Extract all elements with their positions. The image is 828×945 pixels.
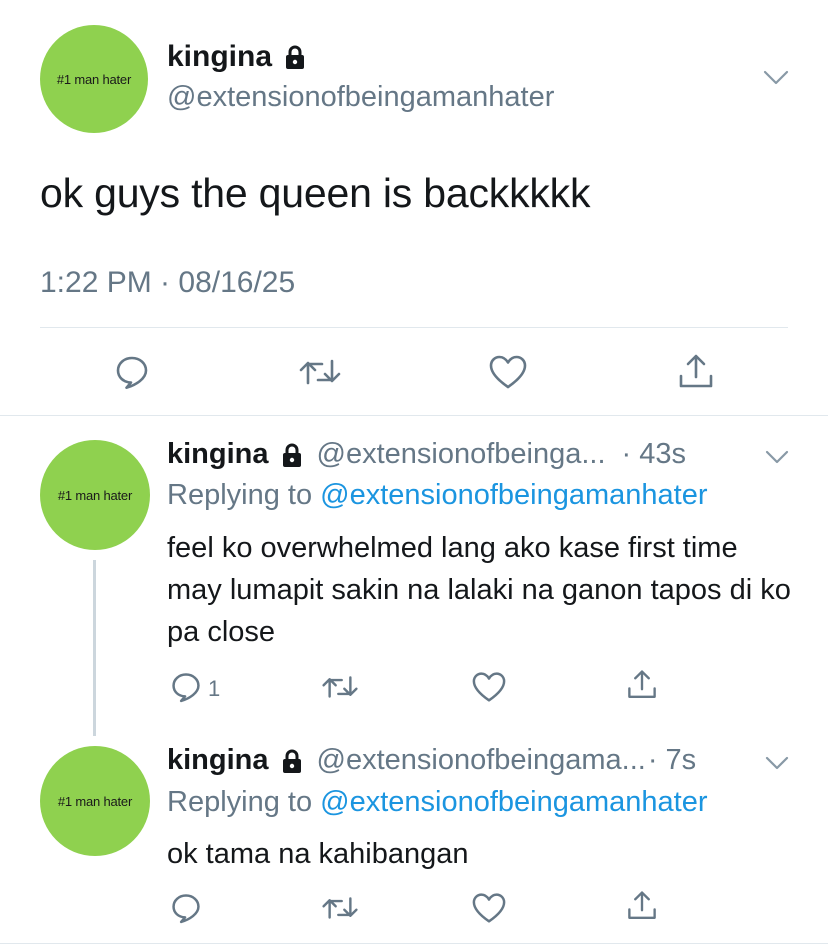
divider xyxy=(40,327,788,328)
share-icon xyxy=(679,354,713,388)
avatar[interactable]: #1 man hater xyxy=(40,746,150,856)
chevron-down-icon[interactable] xyxy=(765,756,789,770)
tweet-time[interactable]: · 7s xyxy=(648,744,696,777)
like-icon xyxy=(489,355,527,389)
share-icon xyxy=(628,891,656,919)
chevron-down-icon[interactable] xyxy=(765,450,789,464)
avatar-text: #1 man hater xyxy=(56,71,132,87)
replying-to: Replying to @extensionofbeingamanhater xyxy=(167,786,708,819)
reply-header: kingina @extensionofbeingama... · 7s xyxy=(167,744,696,777)
retweet-icon xyxy=(322,897,358,919)
avatar-text: #1 man hater xyxy=(57,793,133,809)
like-button[interactable] xyxy=(469,667,509,707)
replying-to-link[interactable]: @extensionofbeingamanhater xyxy=(320,479,707,511)
share-button[interactable] xyxy=(622,665,662,705)
user-handle[interactable]: @extensionofbeingamanhater xyxy=(167,81,554,114)
display-name-text: kingina xyxy=(167,40,273,73)
divider xyxy=(0,943,828,944)
share-button[interactable] xyxy=(674,350,718,394)
lock-icon xyxy=(279,442,305,468)
reply-count: 1 xyxy=(208,676,221,701)
lock-icon xyxy=(279,748,305,774)
replying-to-link[interactable]: @extensionofbeingamanhater xyxy=(320,786,707,818)
reply-button[interactable] xyxy=(166,888,206,928)
reply-icon xyxy=(116,356,148,389)
reply-icon xyxy=(172,894,200,924)
like-button[interactable] xyxy=(486,350,530,394)
reply-button[interactable] xyxy=(110,350,154,394)
tweet-text: ok guys the queen is backkkkk xyxy=(40,170,591,216)
retweet-icon xyxy=(299,359,341,385)
replying-to: Replying to @extensionofbeingamanhater xyxy=(167,479,708,512)
reply-button[interactable] xyxy=(166,667,206,707)
replying-prefix: Replying to xyxy=(167,479,321,511)
display-name[interactable]: kingina xyxy=(167,438,269,471)
reply-header: kingina @extensionofbeinga... · 43s xyxy=(167,438,686,471)
tweet-text: ok tama na kahibangan xyxy=(167,838,469,870)
like-icon xyxy=(472,893,506,923)
avatar[interactable]: #1 man hater xyxy=(40,25,148,133)
tweet-time[interactable]: · 43s xyxy=(622,438,686,471)
retweet-button[interactable] xyxy=(320,888,360,928)
share-button[interactable] xyxy=(622,886,662,926)
display-name[interactable]: kingina xyxy=(167,40,320,74)
avatar[interactable]: #1 man hater xyxy=(40,440,150,550)
display-name[interactable]: kingina xyxy=(167,744,269,777)
chevron-down-icon[interactable] xyxy=(763,70,789,86)
retweet-icon xyxy=(322,676,358,698)
share-icon xyxy=(628,670,656,698)
reply-icon xyxy=(172,673,200,703)
tweet-timestamp[interactable]: 1:22 PM · 08/16/25 xyxy=(40,266,295,300)
tweet-text: feel ko overwhelmed lang ako kase first … xyxy=(167,532,791,648)
thread-connector xyxy=(93,560,96,736)
lock-icon xyxy=(282,44,308,70)
replying-prefix: Replying to xyxy=(167,786,321,818)
avatar-text: #1 man hater xyxy=(57,487,133,503)
divider xyxy=(0,415,828,416)
retweet-button[interactable] xyxy=(320,667,360,707)
like-icon xyxy=(472,672,506,702)
like-button[interactable] xyxy=(469,888,509,928)
user-handle[interactable]: @extensionofbeinga... xyxy=(317,438,606,471)
retweet-button[interactable] xyxy=(298,350,342,394)
user-handle[interactable]: @extensionofbeingama... xyxy=(317,744,646,777)
